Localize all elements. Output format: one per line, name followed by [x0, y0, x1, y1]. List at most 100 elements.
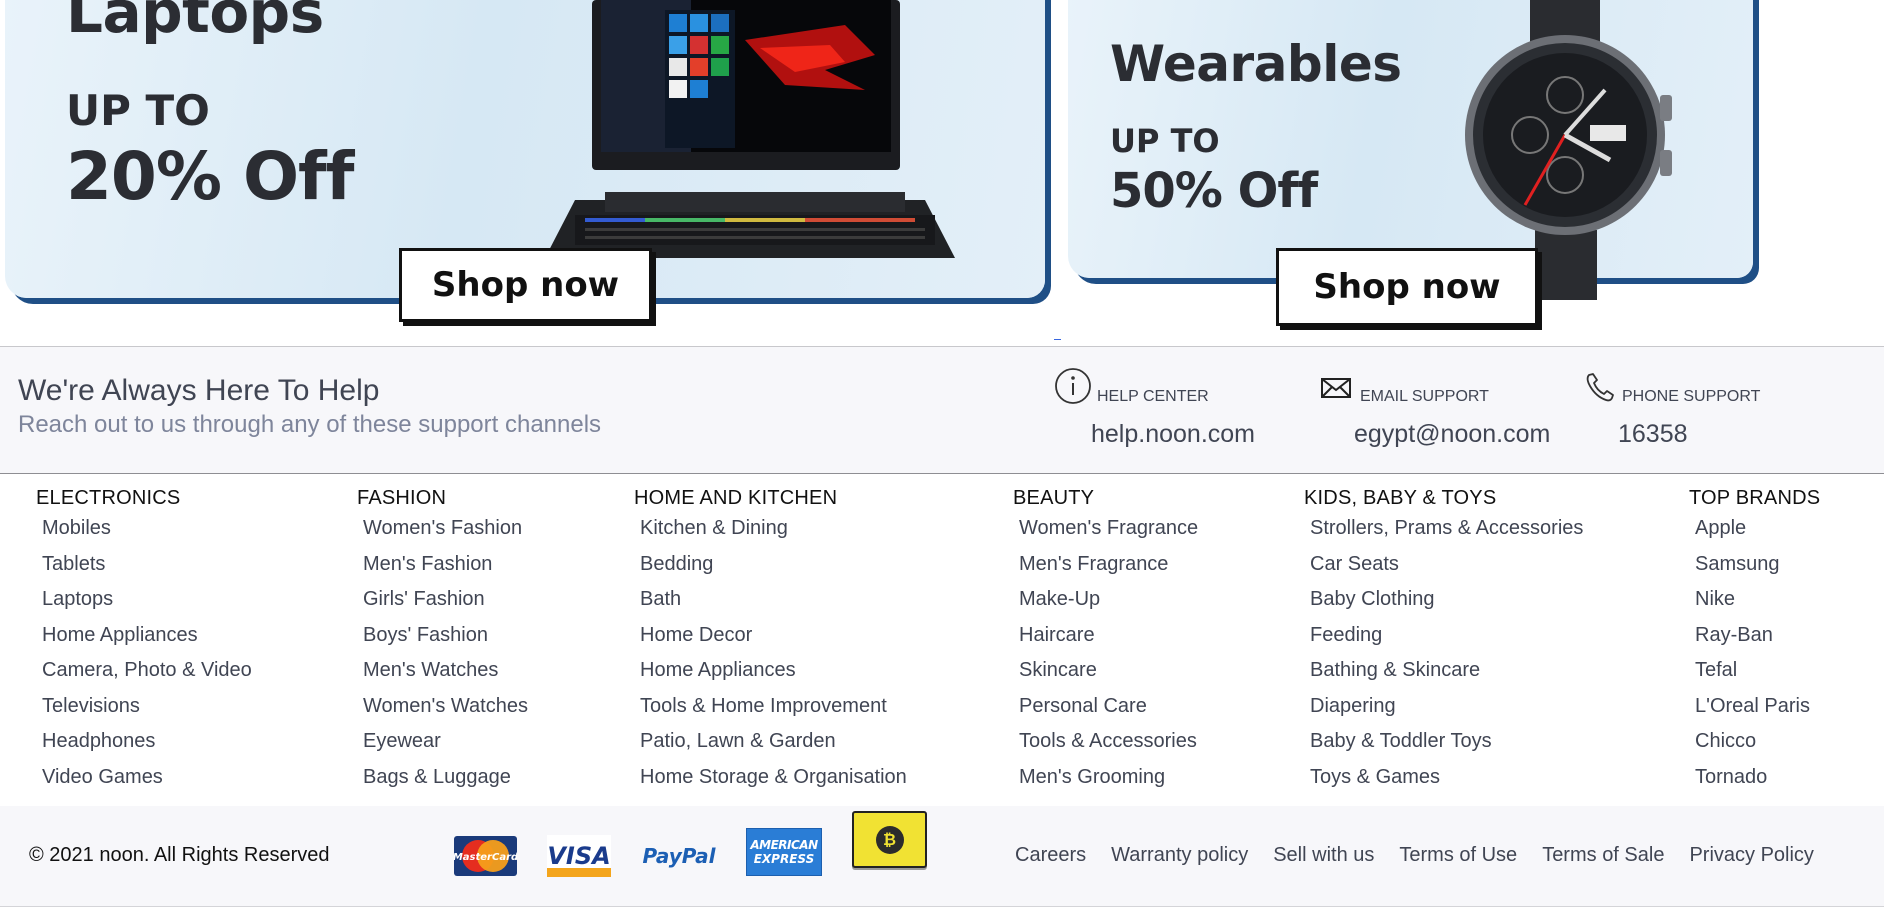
- list-item[interactable]: Personal Care: [1019, 689, 1198, 725]
- mastercard-text: MasterCard: [454, 852, 517, 863]
- list-item[interactable]: Tools & Accessories: [1019, 724, 1198, 760]
- footer-bottom-bar: © 2021 noon. All Rights Reserved MasterC…: [0, 806, 1884, 907]
- list-item[interactable]: Tefal: [1695, 653, 1820, 689]
- visa-icon: VISA: [547, 835, 611, 877]
- list-item[interactable]: L'Oreal Paris: [1695, 689, 1820, 725]
- list-item[interactable]: Haircare: [1019, 618, 1198, 654]
- footer-link-columns: ELECTRONICS Mobiles Tablets Laptops Home…: [0, 474, 1884, 806]
- privacy-policy-link[interactable]: Privacy Policy: [1689, 844, 1813, 867]
- mastercard-icon: MasterCard: [454, 836, 517, 876]
- footer-policy-links: Careers Warranty policy Sell with us Ter…: [1015, 844, 1839, 867]
- help-section: We're Always Here To Help Reach out to u…: [0, 346, 1884, 474]
- list-item[interactable]: Car Seats: [1310, 547, 1583, 583]
- column-heading: BEAUTY: [1013, 487, 1095, 509]
- list-item[interactable]: Bags & Luggage: [363, 760, 528, 796]
- list-item[interactable]: Tools & Home Improvement: [640, 689, 907, 725]
- banner-link-marker[interactable]: [1054, 339, 1061, 340]
- column-heading: FASHION: [357, 487, 447, 509]
- list-item[interactable]: Men's Fragrance: [1019, 547, 1198, 583]
- list-item[interactable]: Apple: [1695, 511, 1820, 547]
- bitcoin-icon: ₿: [852, 811, 927, 868]
- column-top-brands: TOP BRANDS Apple Samsung Nike Ray-Ban Te…: [1689, 487, 1820, 795]
- list-item[interactable]: Headphones: [42, 724, 252, 760]
- list-item[interactable]: Baby Clothing: [1310, 582, 1583, 618]
- terms-of-use-link[interactable]: Terms of Use: [1399, 844, 1517, 867]
- list-item[interactable]: Laptops: [42, 582, 252, 618]
- list-item[interactable]: Strollers, Prams & Accessories: [1310, 511, 1583, 547]
- list-item[interactable]: Home Storage & Organisation: [640, 760, 907, 796]
- column-heading: HOME AND KITCHEN: [634, 487, 838, 509]
- column-heading: ELECTRONICS: [36, 487, 181, 509]
- list-item[interactable]: Televisions: [42, 689, 252, 725]
- email-support-value[interactable]: egypt@noon.com: [1354, 420, 1550, 449]
- list-item[interactable]: Home Appliances: [640, 653, 907, 689]
- warranty-policy-link[interactable]: Warranty policy: [1111, 844, 1248, 867]
- list-item[interactable]: Make-Up: [1019, 582, 1198, 618]
- list-item[interactable]: Bedding: [640, 547, 907, 583]
- list-item[interactable]: Home Decor: [640, 618, 907, 654]
- wearables-banner-offer: 50% Off: [1110, 163, 1318, 219]
- list-item[interactable]: Feeding: [1310, 618, 1583, 654]
- paypal-text: PayPal: [642, 844, 716, 868]
- copyright-text: © 2021 noon. All Rights Reserved: [29, 844, 330, 866]
- list-item[interactable]: Tornado: [1695, 760, 1820, 796]
- list-item[interactable]: Mobiles: [42, 511, 252, 547]
- list-item[interactable]: Patio, Lawn & Garden: [640, 724, 907, 760]
- list-item[interactable]: Kitchen & Dining: [640, 511, 907, 547]
- laptops-banner-offer: 20% Off: [66, 138, 354, 215]
- column-electronics: ELECTRONICS Mobiles Tablets Laptops Home…: [36, 487, 252, 795]
- list-item[interactable]: Home Appliances: [42, 618, 252, 654]
- laptops-banner-upto: UP TO: [66, 86, 210, 135]
- list-item[interactable]: Women's Fragrance: [1019, 511, 1198, 547]
- column-beauty: BEAUTY Women's Fragrance Men's Fragrance…: [1013, 487, 1198, 795]
- wearables-banner-headline: Wearables: [1110, 35, 1402, 93]
- list-item[interactable]: Eyewear: [363, 724, 528, 760]
- envelope-icon: [1321, 378, 1351, 398]
- careers-link[interactable]: Careers: [1015, 844, 1086, 867]
- column-home-and-kitchen: HOME AND KITCHEN Kitchen & Dining Beddin…: [634, 487, 907, 795]
- help-center-value[interactable]: help.noon.com: [1091, 420, 1255, 449]
- bitcoin-symbol: ₿: [875, 825, 904, 854]
- list-item[interactable]: Bath: [640, 582, 907, 618]
- help-title: We're Always Here To Help: [18, 374, 380, 407]
- paypal-icon: PayPal: [642, 836, 716, 876]
- list-item[interactable]: Girls' Fashion: [363, 582, 528, 618]
- laptops-shop-now-button[interactable]: Shop now: [399, 248, 652, 322]
- list-item[interactable]: Samsung: [1695, 547, 1820, 583]
- list-item[interactable]: Women's Watches: [363, 689, 528, 725]
- list-item[interactable]: Men's Fashion: [363, 547, 528, 583]
- list-item[interactable]: Boys' Fashion: [363, 618, 528, 654]
- column-kids-baby-toys: KIDS, BABY & TOYS Strollers, Prams & Acc…: [1304, 487, 1583, 795]
- amex-text-line2: EXPRESS: [753, 852, 815, 866]
- list-item[interactable]: Men's Grooming: [1019, 760, 1198, 796]
- column-heading: TOP BRANDS: [1689, 487, 1821, 509]
- mastercard-logo-shape: MasterCard: [454, 840, 517, 872]
- help-center-label: HELP CENTER: [1097, 388, 1209, 405]
- list-item[interactable]: Bathing & Skincare: [1310, 653, 1583, 689]
- list-item[interactable]: Ray-Ban: [1695, 618, 1820, 654]
- list-item[interactable]: Men's Watches: [363, 653, 528, 689]
- list-item[interactable]: Video Games: [42, 760, 252, 796]
- laptop-image: [545, 0, 955, 258]
- list-item[interactable]: Chicco: [1695, 724, 1820, 760]
- phone-icon: [1586, 373, 1614, 402]
- list-item[interactable]: Diapering: [1310, 689, 1583, 725]
- column-fashion: FASHION Women's Fashion Men's Fashion Gi…: [357, 487, 528, 795]
- list-item[interactable]: Women's Fashion: [363, 511, 528, 547]
- info-icon: [1055, 368, 1091, 404]
- visa-text: VISA: [547, 842, 611, 870]
- phone-support-value[interactable]: 16358: [1618, 420, 1688, 449]
- list-item[interactable]: Skincare: [1019, 653, 1198, 689]
- wearables-banner-upto: UP TO: [1110, 122, 1220, 160]
- list-item[interactable]: Camera, Photo & Video: [42, 653, 252, 689]
- laptops-banner-headline: Laptops: [66, 0, 324, 46]
- terms-of-sale-link[interactable]: Terms of Sale: [1542, 844, 1664, 867]
- wearables-shop-now-button[interactable]: Shop now: [1276, 248, 1538, 326]
- list-item[interactable]: Toys & Games: [1310, 760, 1583, 796]
- list-item[interactable]: Baby & Toddler Toys: [1310, 724, 1583, 760]
- list-item[interactable]: Tablets: [42, 547, 252, 583]
- list-item[interactable]: Nike: [1695, 582, 1820, 618]
- column-heading: KIDS, BABY & TOYS: [1304, 487, 1497, 509]
- phone-support-label: PHONE SUPPORT: [1622, 388, 1761, 405]
- sell-with-us-link[interactable]: Sell with us: [1273, 844, 1374, 867]
